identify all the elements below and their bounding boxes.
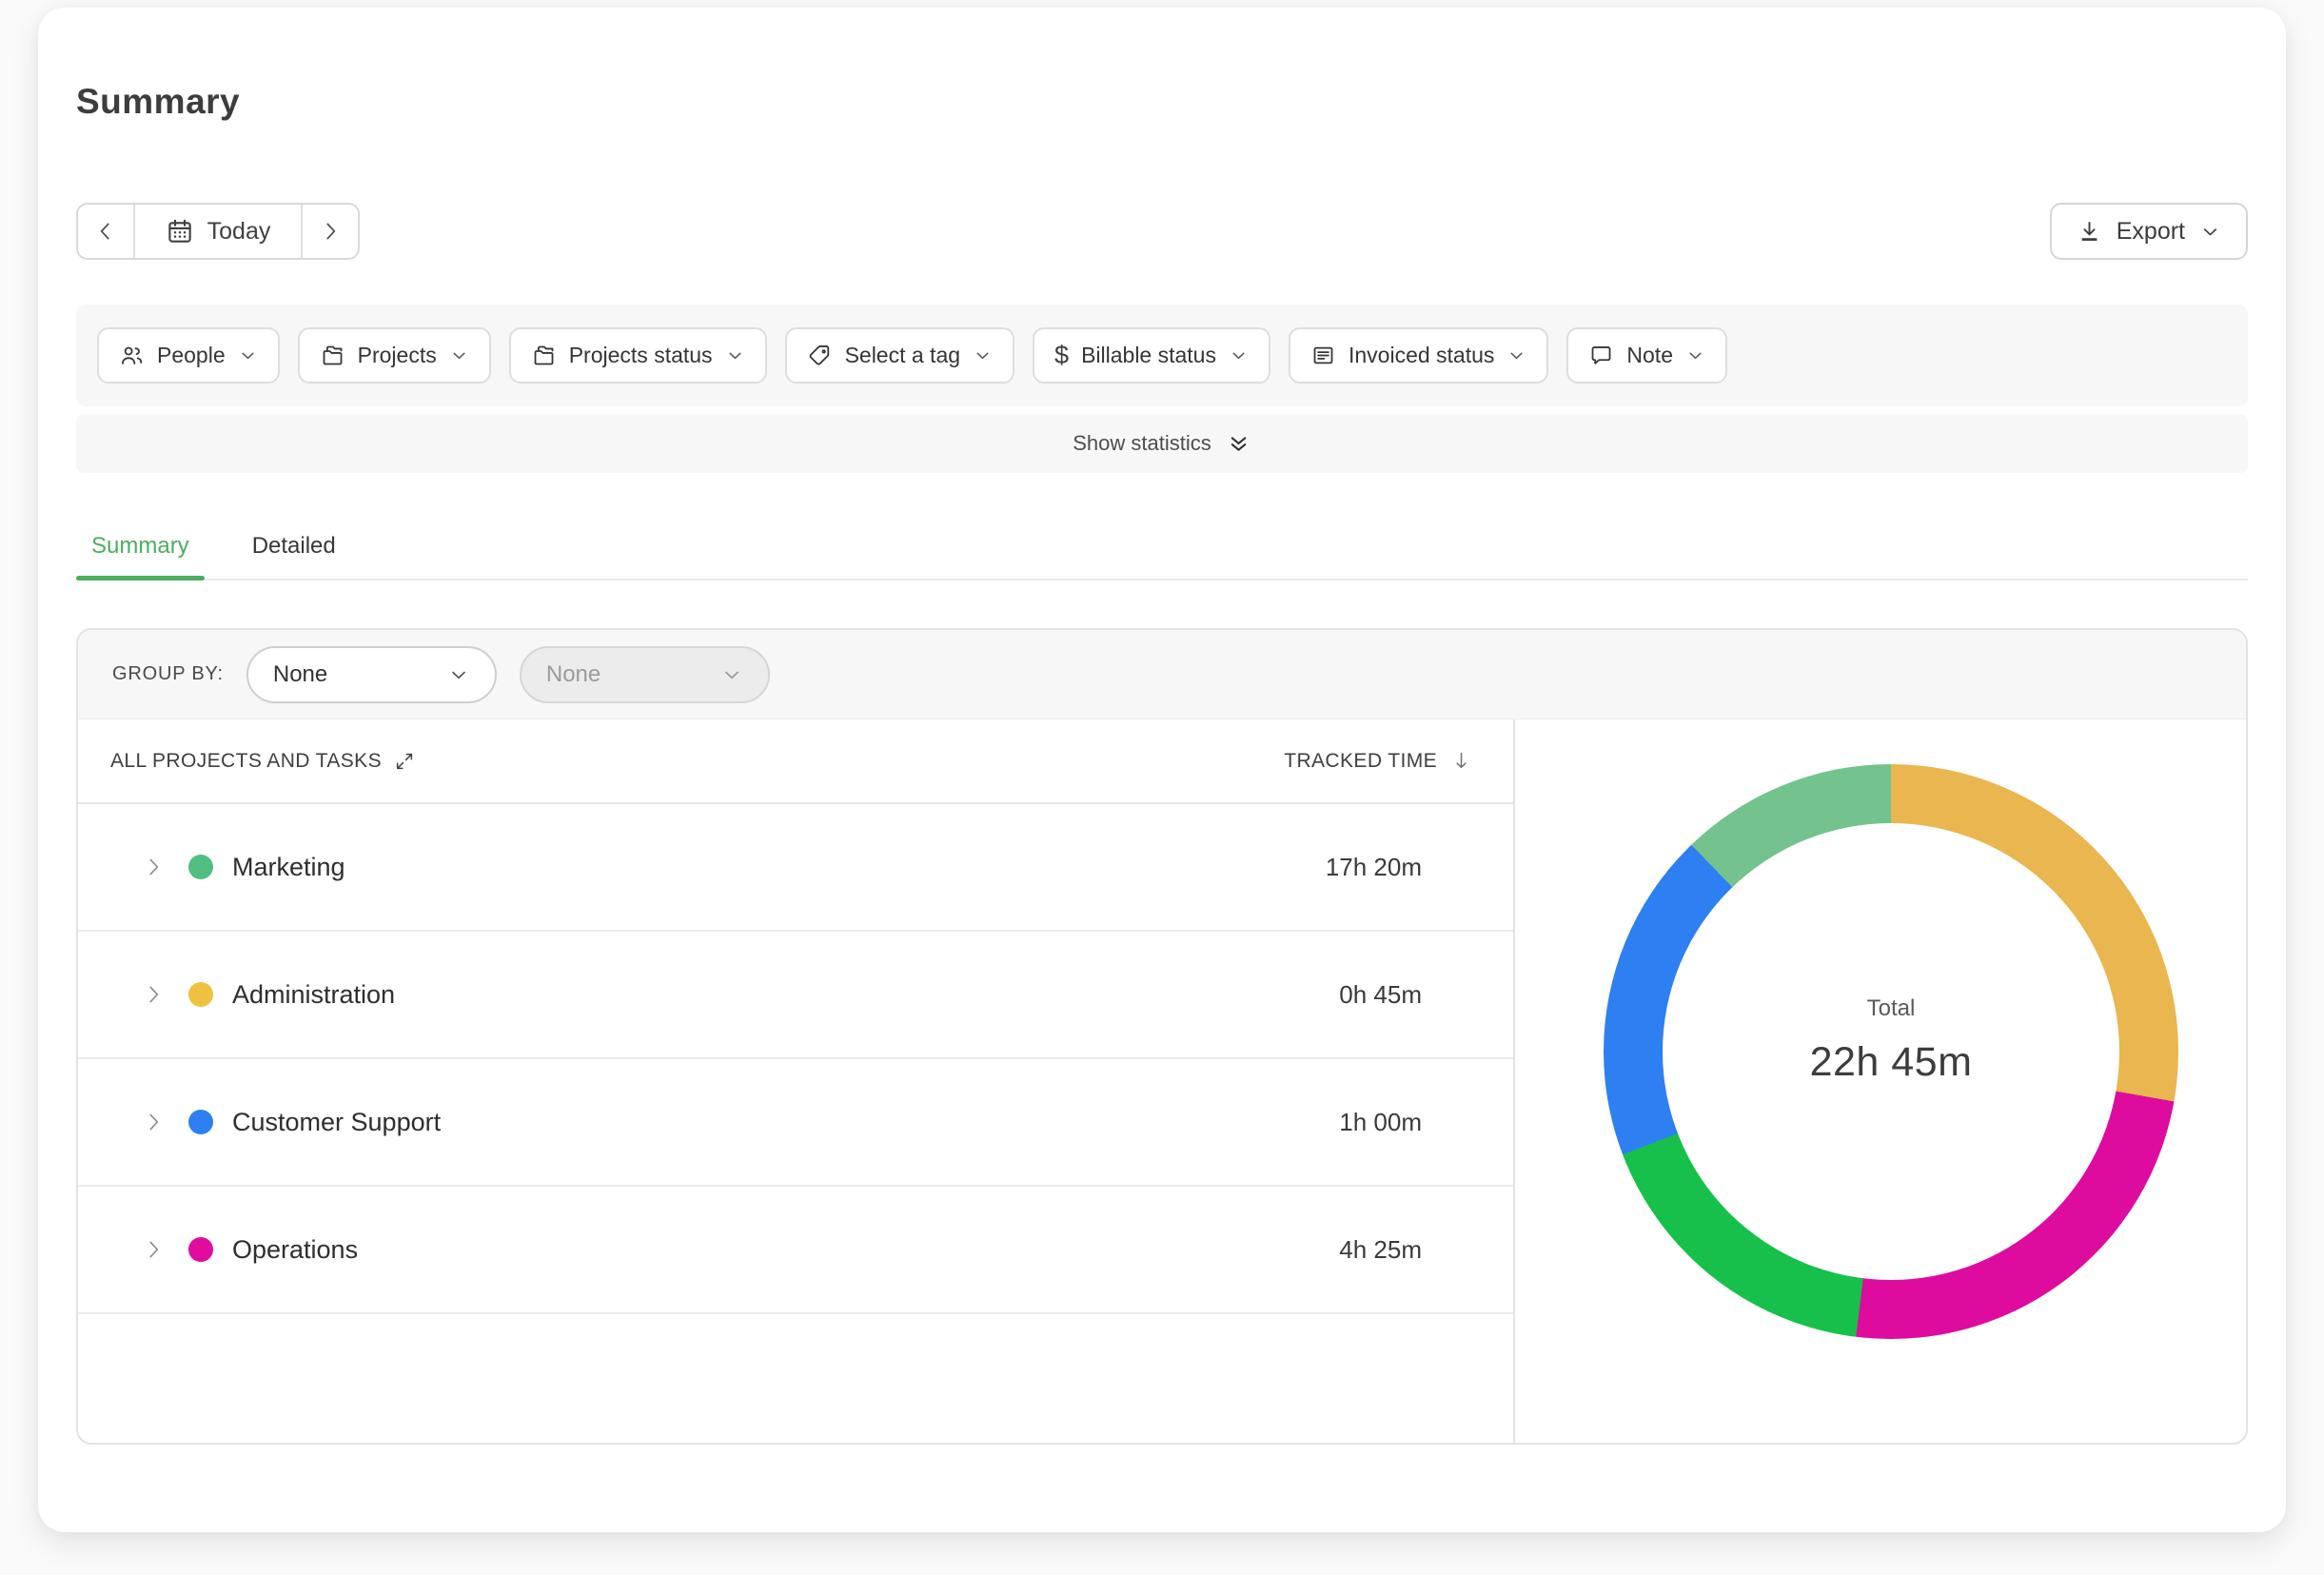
expand-icon[interactable] <box>394 751 415 772</box>
filter-label: Projects status <box>568 343 713 367</box>
report-tabs: Summary Detailed <box>76 533 2248 581</box>
sort-arrow-down-icon[interactable] <box>1449 749 1473 773</box>
filter-note[interactable]: Note <box>1566 327 1727 384</box>
chevron-down-icon <box>1507 345 1526 365</box>
filter-tag[interactable]: Select a tag <box>784 327 1015 384</box>
toolbar: Today Export <box>76 203 2248 260</box>
chevron-left-icon <box>93 219 118 244</box>
filter-invoiced-status[interactable]: Invoiced status <box>1288 327 1549 384</box>
show-statistics-toggle[interactable]: Show statistics <box>76 414 2248 473</box>
chevron-right-icon[interactable] <box>141 982 166 1007</box>
dollar-icon: $ <box>1054 341 1070 369</box>
filter-label: Select a tag <box>844 343 961 367</box>
chevron-down-icon <box>238 345 258 365</box>
chevron-down-icon <box>1685 345 1705 365</box>
filter-people[interactable]: People <box>97 327 280 384</box>
chevron-down-icon <box>720 663 743 686</box>
table-row[interactable]: Customer Support 1h 00m <box>78 1059 1513 1187</box>
chevron-down-icon <box>1229 345 1249 365</box>
tracked-time-column-header[interactable]: TRACKED TIME <box>1284 750 1437 773</box>
summary-report-card: Summary Today Export People Projects Pro… <box>38 8 2286 1532</box>
filter-label: Projects <box>357 343 437 367</box>
filter-projects[interactable]: Projects <box>297 327 491 384</box>
folder-icon <box>531 343 557 368</box>
filter-billable-status[interactable]: $ Billable status <box>1033 327 1270 384</box>
today-label: Today <box>207 217 271 245</box>
table-row[interactable]: Administration 0h 45m <box>78 932 1513 1059</box>
project-name: Customer Support <box>232 1107 442 1136</box>
filter-bar: People Projects Projects status Select a… <box>76 305 2248 406</box>
tab-label: Summary <box>91 533 189 559</box>
chevron-down-icon <box>2199 221 2221 243</box>
donut-chart: Total 22h 45m <box>1604 764 2178 1339</box>
calendar-icon <box>166 217 194 246</box>
show-statistics-label: Show statistics <box>1073 431 1211 455</box>
chevron-right-icon[interactable] <box>141 855 166 879</box>
panel-content: ALL PROJECTS AND TASKS TRACKED TIME Mark… <box>78 719 2246 1443</box>
tracked-time-value: 1h 00m <box>1339 1107 1422 1136</box>
invoice-icon <box>1310 343 1336 368</box>
note-icon <box>1588 343 1614 368</box>
project-name: Marketing <box>232 852 345 881</box>
group-by-primary-value: None <box>272 660 328 687</box>
tab-detailed[interactable]: Detailed <box>237 533 351 579</box>
double-chevron-down-icon <box>1226 431 1251 457</box>
chevron-right-icon <box>318 219 343 244</box>
chevron-down-icon <box>973 345 993 365</box>
total-label: Total <box>1866 994 1916 1021</box>
project-name: Administration <box>232 979 396 1009</box>
total-value: 22h 45m <box>1809 1038 1973 1085</box>
chevron-down-icon <box>725 345 745 365</box>
chevron-right-icon[interactable] <box>141 1110 166 1134</box>
table-header: ALL PROJECTS AND TASKS TRACKED TIME <box>78 719 1513 804</box>
table-row[interactable]: Operations 4h 25m <box>78 1187 1513 1314</box>
project-color-dot <box>188 855 213 879</box>
folder-icon <box>320 343 345 368</box>
download-icon <box>2077 219 2102 245</box>
chevron-right-icon[interactable] <box>141 1237 166 1262</box>
chevron-down-icon <box>447 663 470 686</box>
project-name: Operations <box>232 1234 359 1264</box>
project-color-dot <box>188 982 213 1007</box>
filter-label: Invoiced status <box>1348 343 1495 367</box>
group-by-secondary-select[interactable]: None <box>519 645 770 703</box>
projects-column-header: ALL PROJECTS AND TASKS <box>110 749 382 772</box>
date-navigation: Today <box>76 203 360 260</box>
previous-period-button[interactable] <box>78 205 133 258</box>
project-color-dot <box>188 1237 213 1262</box>
project-color-dot <box>188 1110 213 1134</box>
tracked-time-value: 17h 20m <box>1325 852 1422 881</box>
tracked-time-value: 4h 25m <box>1339 1234 1422 1264</box>
filter-projects-status[interactable]: Projects status <box>508 327 767 384</box>
people-icon <box>119 343 145 368</box>
tab-summary[interactable]: Summary <box>76 533 205 581</box>
filter-label: People <box>157 343 226 367</box>
projects-table: ALL PROJECTS AND TASKS TRACKED TIME Mark… <box>78 719 1515 1443</box>
chart-area: Total 22h 45m <box>1515 719 2246 1443</box>
donut-center: Total 22h 45m <box>1663 823 2119 1280</box>
next-period-button[interactable] <box>303 205 358 258</box>
export-label: Export <box>2116 217 2185 245</box>
group-by-secondary-value: None <box>545 660 601 687</box>
tab-label: Detailed <box>251 533 336 559</box>
export-button[interactable]: Export <box>2049 203 2248 260</box>
group-by-label: GROUP BY: <box>112 663 224 684</box>
group-by-primary-select[interactable]: None <box>246 645 497 703</box>
today-button[interactable]: Today <box>133 205 303 258</box>
tracked-time-value: 0h 45m <box>1339 979 1422 1009</box>
page-title: Summary <box>76 82 241 121</box>
chevron-down-icon <box>449 345 469 365</box>
filter-label: Billable status <box>1081 343 1216 367</box>
filter-label: Note <box>1626 343 1673 367</box>
group-by-bar: GROUP BY: None None <box>78 630 2246 719</box>
tag-icon <box>807 343 833 368</box>
summary-panel: GROUP BY: None None ALL PROJECTS AND TAS <box>76 628 2248 1445</box>
table-row[interactable]: Marketing 17h 20m <box>78 804 1513 932</box>
